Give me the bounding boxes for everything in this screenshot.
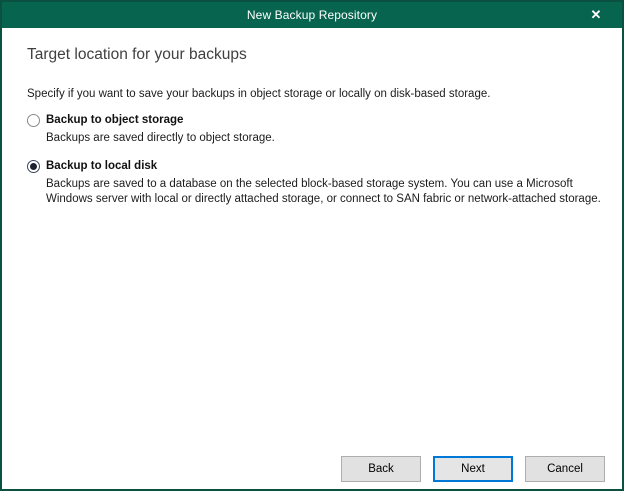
back-button[interactable]: Back — [341, 456, 421, 482]
close-button[interactable]: ✕ — [578, 2, 614, 28]
wizard-footer: Back Next Cancel — [341, 456, 605, 482]
titlebar: New Backup Repository ✕ — [2, 2, 622, 28]
option-text: Backup to object storage Backups are sav… — [46, 113, 275, 146]
radio-local-disk[interactable] — [27, 160, 40, 173]
option-text: Backup to local disk Backups are saved t… — [46, 159, 604, 207]
radio-object-storage[interactable] — [27, 114, 40, 127]
option-label: Backup to local disk — [46, 160, 158, 172]
option-backup-to-object-storage[interactable]: Backup to object storage Backups are sav… — [27, 113, 622, 146]
option-description: Backups are saved directly to object sto… — [46, 132, 275, 144]
option-backup-to-local-disk[interactable]: Backup to local disk Backups are saved t… — [27, 159, 622, 207]
wizard-content: Target location for your backups Specify… — [2, 28, 622, 207]
next-button[interactable]: Next — [433, 456, 513, 482]
page-title: Target location for your backups — [27, 46, 247, 63]
cancel-button[interactable]: Cancel — [525, 456, 605, 482]
intro-text: Specify if you want to save your backups… — [27, 88, 491, 100]
option-label: Backup to object storage — [46, 114, 184, 126]
window-title: New Backup Repository — [246, 8, 378, 22]
new-backup-repository-dialog: New Backup Repository ✕ Target location … — [0, 0, 624, 491]
close-icon: ✕ — [590, 7, 602, 22]
option-description: Backups are saved to a database on the s… — [46, 178, 601, 205]
